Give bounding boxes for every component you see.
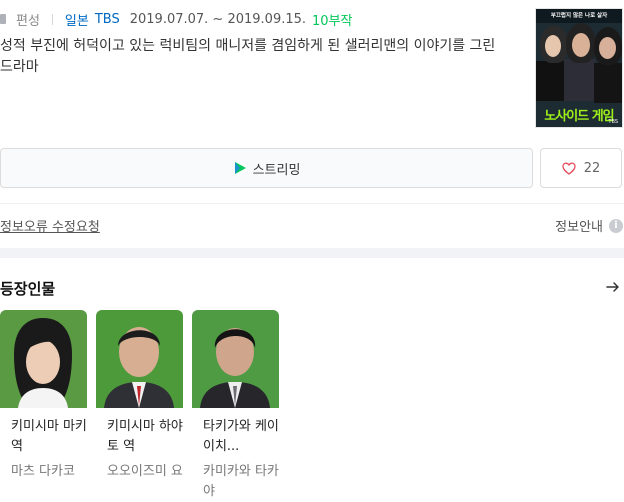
cast-card[interactable]: 키미시마 하야토 역 오오이즈미 요 xyxy=(96,310,183,482)
cast-actor: 마츠 다카코 xyxy=(11,464,75,479)
section-title: 등장인물 xyxy=(0,280,56,298)
streaming-button[interactable]: 스트리밍 xyxy=(0,148,533,188)
info-icon: i xyxy=(609,218,623,233)
info-guide-link[interactable]: 정보안내 i xyxy=(555,216,623,235)
cast-role: 키미시마 마키 역 xyxy=(11,419,87,454)
poster-network: TBS xyxy=(608,119,618,125)
cast-actor: 카미카와 타카야 xyxy=(203,464,279,499)
cast-actor: 오오이즈미 요 xyxy=(107,464,183,479)
episode-count: 10부작 xyxy=(312,13,353,29)
label-marker xyxy=(0,14,6,24)
heart-icon xyxy=(562,162,576,175)
poster-image[interactable]: 부끄럽지 않은 나로 살자 노사이드 게임 TBS xyxy=(535,8,623,128)
separator xyxy=(51,13,53,25)
broadcast-label: 편성 xyxy=(16,13,40,29)
cast-photo xyxy=(96,310,183,408)
broadcast-info: 편성 일본 TBS 2019.07.07. ~ 2019.09.15. 10부작 xyxy=(0,9,353,29)
info-guide-label: 정보안내 xyxy=(555,220,603,235)
streaming-label: 스트리밍 xyxy=(252,162,301,178)
network-link[interactable]: TBS xyxy=(95,12,120,27)
poster-tagline: 부끄럽지 않은 나로 살자 xyxy=(536,9,622,23)
like-button[interactable]: 22 xyxy=(540,148,622,188)
cast-role: 키미시마 하야토 역 xyxy=(107,419,183,454)
cast-role: 타키가와 케이이치... xyxy=(203,419,279,454)
broadcast-dates: 2019.07.07. ~ 2019.09.15. xyxy=(129,11,307,27)
report-error-link[interactable]: 정보오류 수정요청 xyxy=(0,216,100,235)
cast-card[interactable]: 키미시마 마키 역 마츠 다카코 xyxy=(0,310,87,482)
divider xyxy=(0,203,624,204)
play-icon xyxy=(234,162,246,174)
arrow-right-icon[interactable] xyxy=(605,279,621,295)
cast-card[interactable]: 타키가와 케이이치... 카미카와 타카야 xyxy=(192,310,279,502)
synopsis: 성적 부진에 허덕이고 있는 럭비팀의 매니저를 겸임하게 된 샐러리맨의 이야… xyxy=(0,38,496,75)
cast-photo xyxy=(0,310,87,408)
country-link[interactable]: 일본 xyxy=(65,10,89,29)
cast-photo xyxy=(192,310,279,408)
like-count: 22 xyxy=(583,160,601,176)
section-separator xyxy=(0,248,624,258)
